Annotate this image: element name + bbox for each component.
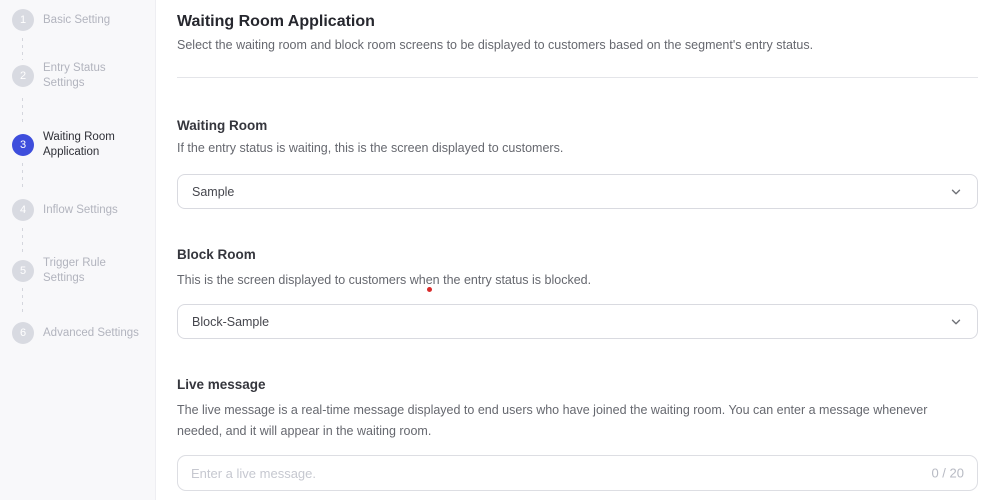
page-subtitle: Select the waiting room and block room s… [177,38,814,52]
sidebar-step-waiting-room-application[interactable]: 3 Waiting Room Application [12,130,149,160]
waiting-room-select[interactable]: Sample [177,174,978,209]
live-message-description: The live message is a real-time message … [177,403,928,438]
block-room-select[interactable]: Block-Sample [177,304,978,339]
block-room-description: This is the screen displayed to customer… [177,273,592,287]
step-label: Trigger Rule Settings [43,257,106,284]
step-connector-line [22,228,23,252]
chevron-down-icon [949,185,963,199]
pointer-dot [427,287,432,292]
step-number-badge: 5 [12,260,34,282]
live-message-heading: Live message [177,377,266,392]
waiting-room-settings-page: 1 Basic Setting 2 Entry Status Settings … [0,0,1001,500]
waiting-room-section: Waiting Room If the entry status is wait… [177,118,978,209]
live-message-section: Live message The live message is a real-… [177,377,978,491]
step-label: Basic Setting [43,13,111,26]
sidebar-step-advanced-settings[interactable]: 6 Advanced Settings [12,322,139,344]
chevron-down-icon [949,315,963,329]
waiting-room-selected-value: Sample [192,184,235,199]
step-number-badge: 3 [12,134,34,156]
step-number-badge: 4 [12,199,34,221]
step-number-badge: 1 [12,9,34,31]
waiting-room-description: If the entry status is waiting, this is … [177,141,564,155]
step-number-badge: 2 [12,65,34,87]
step-label: Entry Status Settings [43,62,106,89]
live-message-input-wrap: 0 / 20 [177,455,978,491]
block-room-section: Block Room This is the screen displayed … [177,247,978,339]
header-divider [177,77,978,78]
step-number-badge: 6 [12,322,34,344]
sidebar-step-trigger-rule-settings[interactable]: 5 Trigger Rule Settings [12,256,149,286]
page-title: Waiting Room Application [177,13,375,30]
block-room-selected-value: Block-Sample [192,314,270,329]
step-label: Waiting Room Application [43,131,115,158]
step-connector-line [22,288,23,314]
main-content: Waiting Room Application Select the wait… [156,0,1001,500]
step-connector-line [22,163,23,191]
step-connector-line [22,38,23,60]
sidebar-step-inflow-settings[interactable]: 4 Inflow Settings [12,199,118,221]
step-connector-line [22,98,23,124]
step-sidebar: 1 Basic Setting 2 Entry Status Settings … [0,0,156,500]
waiting-room-heading: Waiting Room [177,118,268,133]
sidebar-step-basic-setting[interactable]: 1 Basic Setting [12,9,110,31]
step-label: Inflow Settings [43,203,118,216]
step-label: Advanced Settings [43,326,139,339]
sidebar-step-entry-status-settings[interactable]: 2 Entry Status Settings [12,61,149,91]
live-message-input[interactable] [177,455,978,491]
block-room-heading: Block Room [177,247,256,262]
